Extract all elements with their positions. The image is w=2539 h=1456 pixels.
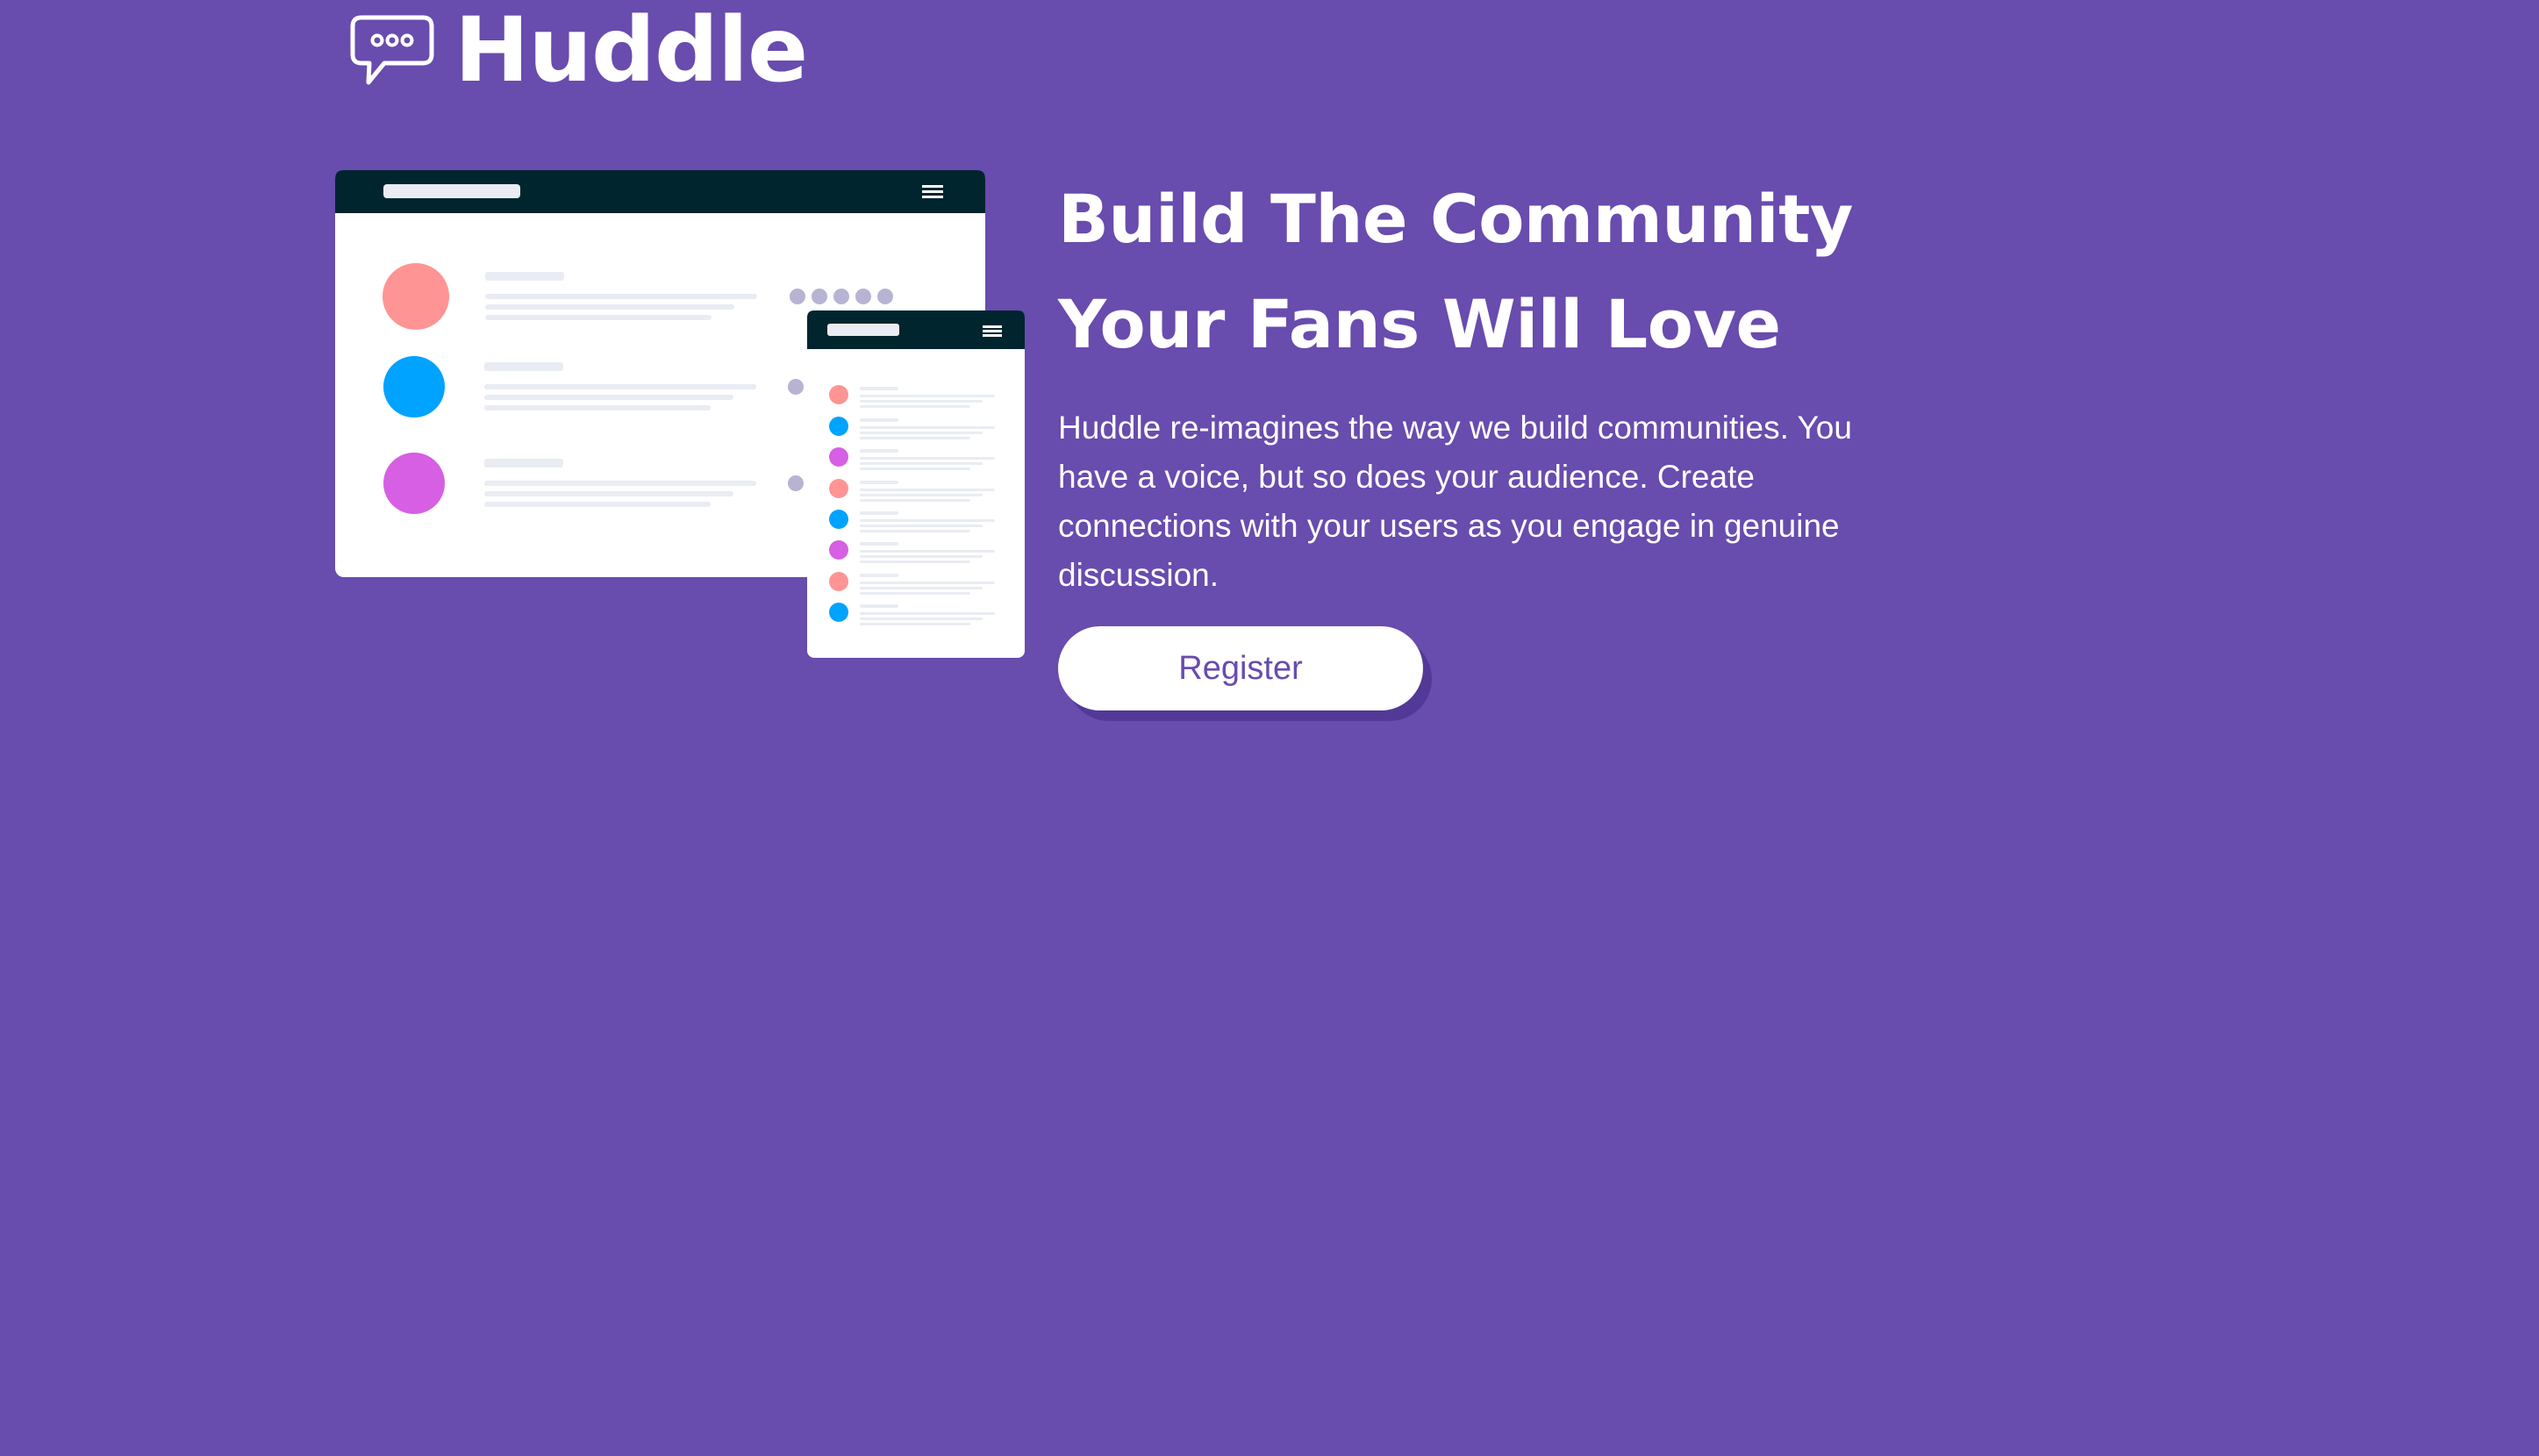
hero-title-line-2: Your Fans Will Love (1058, 285, 1781, 363)
chat-bubble-icon (350, 15, 434, 85)
logo[interactable]: Huddle (349, 0, 808, 103)
hero-title-line-1: Build The Community (1058, 180, 1853, 258)
mobile-window-illustration (807, 310, 1025, 658)
brand-name: Huddle (454, 0, 808, 103)
hero-description: Huddle re-imagines the way we build comm… (1058, 410, 1852, 593)
community-app-mockup-icon (335, 170, 1025, 658)
hero-title: Build The Community Your Fans Will Love (1058, 167, 2023, 377)
register-button[interactable]: Register (1058, 626, 1423, 710)
